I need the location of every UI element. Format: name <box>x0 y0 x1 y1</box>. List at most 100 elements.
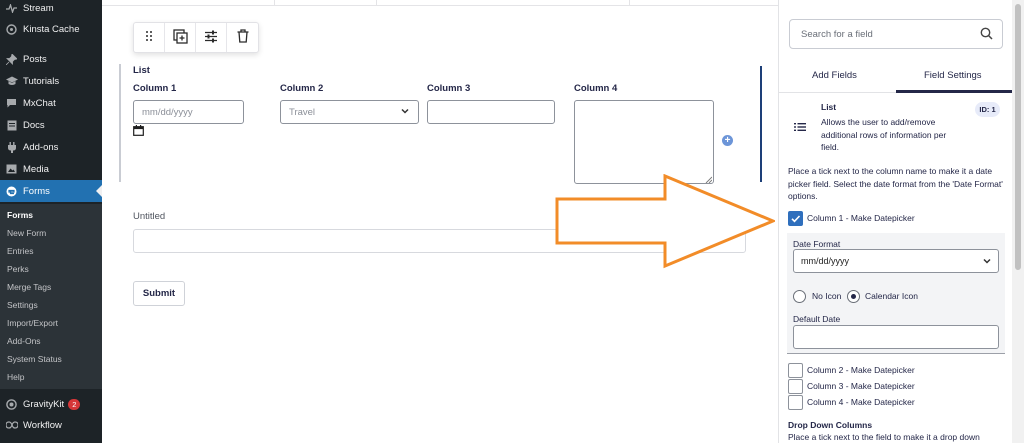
delete-field-button[interactable] <box>227 23 258 52</box>
sidebar-item-mxchat[interactable]: MxChat <box>0 92 102 114</box>
submenu-settings[interactable]: Settings <box>7 300 38 310</box>
column-1-date-input[interactable]: mm/dd/yyyy <box>133 100 244 124</box>
column-2-select[interactable]: Travel <box>280 100 419 124</box>
submenu-entries[interactable]: Entries <box>7 246 33 256</box>
default-date-label: Default Date <box>793 314 841 324</box>
field-action-toolbar <box>133 22 259 53</box>
search-icon <box>980 27 993 43</box>
field-settings-panel: Search for a field Add Fields Field Sett… <box>778 0 1012 443</box>
chevron-down-icon <box>982 256 992 268</box>
untitled-field-input[interactable] <box>133 229 746 253</box>
field-settings-button[interactable] <box>196 23 227 52</box>
scrollbar-thumb[interactable] <box>1015 4 1021 270</box>
dropdown-columns-heading: Drop Down Columns <box>788 420 873 430</box>
checkmark-icon <box>791 215 801 223</box>
calendar-icon[interactable] <box>133 125 144 139</box>
active-tab-indicator <box>896 90 1012 93</box>
pin-icon <box>5 53 18 66</box>
column-2-label: Column 2 <box>280 83 324 94</box>
add-row-icon[interactable]: + <box>722 135 733 146</box>
docs-icon <box>5 119 18 132</box>
column-2-datepicker-label: Column 2 - Make Datepicker <box>807 365 915 375</box>
calendar-icon-label: Calendar Icon <box>865 291 918 301</box>
untitled-field-label: Untitled <box>133 211 166 222</box>
sidebar-item-tutorials[interactable]: Tutorials <box>0 70 102 92</box>
graduation-cap-icon <box>5 75 18 88</box>
submenu-perks[interactable]: Perks <box>7 264 29 274</box>
submit-button[interactable]: Submit <box>133 281 185 306</box>
drag-handle-button[interactable] <box>134 23 165 52</box>
duplicate-field-button[interactable] <box>165 23 196 52</box>
column-4-datepicker-checkbox[interactable] <box>788 395 803 410</box>
resize-grip-icon[interactable] <box>705 175 713 184</box>
sidebar-item-docs[interactable]: Docs <box>0 114 102 136</box>
sidebar-item-forms[interactable]: Forms <box>0 180 102 202</box>
column-3-input[interactable] <box>427 100 555 124</box>
panel-scrollbar[interactable] <box>1012 0 1024 443</box>
search-placeholder: Search for a field <box>801 28 873 40</box>
chat-icon <box>5 97 18 110</box>
sidebar-item-kinsta-cache[interactable]: Kinsta Cache <box>0 18 102 40</box>
kinsta-icon <box>5 23 18 36</box>
sidebar-item-label: Tutorials <box>23 75 60 87</box>
field-search-input[interactable]: Search for a field <box>789 19 1003 49</box>
date-format-options: Date Format mm/dd/yyyy No Icon Calendar … <box>787 233 1005 354</box>
column-3-label: Column 3 <box>427 83 471 94</box>
calendar-icon-radio[interactable] <box>847 290 860 303</box>
chevron-down-icon <box>400 106 410 119</box>
sidebar-item-label: Forms <box>23 185 50 197</box>
submenu-system-status[interactable]: System Status <box>7 354 62 364</box>
submenu-help[interactable]: Help <box>7 372 24 382</box>
submenu-new-form[interactable]: New Form <box>7 228 46 238</box>
sidebar-item-label: Kinsta Cache <box>23 23 80 35</box>
field-type-name: List <box>821 102 837 112</box>
sidebar-item-workflow[interactable]: Workflow <box>0 414 102 436</box>
field-id-badge: ID: 1 <box>975 102 1000 117</box>
no-icon-radio[interactable] <box>793 290 806 303</box>
sidebar-item-posts[interactable]: Posts <box>0 48 102 70</box>
date-format-value: mm/dd/yyyy <box>801 256 850 266</box>
admin-sidebar: Stream Kinsta Cache Posts Tutorials MxCh… <box>0 0 102 443</box>
field-type-description: Allows the user to add/remove additional… <box>821 117 947 152</box>
sidebar-item-stream[interactable]: Stream <box>0 0 102 19</box>
sidebar-item-label: Media <box>23 163 49 175</box>
sidebar-item-label: Docs <box>23 119 45 131</box>
column-4-textarea[interactable] <box>574 100 714 184</box>
plugin-icon <box>5 141 18 154</box>
column-4-datepicker-label: Column 4 - Make Datepicker <box>807 397 915 407</box>
submenu-add-ons[interactable]: Add-Ons <box>7 336 41 346</box>
datepicker-help-text: Place a tick next to the column name to … <box>788 166 1003 201</box>
dropdown-columns-help: Place a tick next to the field to make i… <box>788 432 980 442</box>
list-field[interactable]: List Column 1 Column 2 Column 3 Column 4… <box>119 64 762 184</box>
workflow-icon <box>5 419 18 432</box>
gravitykit-icon <box>5 398 18 411</box>
top-toolbar-edge <box>102 0 778 6</box>
column-4-label: Column 4 <box>574 83 618 94</box>
sidebar-item-label: Workflow <box>23 419 62 431</box>
form-editor-canvas: List Column 1 Column 2 Column 3 Column 4… <box>102 0 778 443</box>
select-value: Travel <box>289 106 316 118</box>
default-date-input[interactable] <box>793 325 999 349</box>
sidebar-item-add-ons[interactable]: Add-ons <box>0 136 102 158</box>
settings-sliders-icon <box>204 30 218 46</box>
sidebar-item-label: MxChat <box>23 97 56 109</box>
date-format-select[interactable]: mm/dd/yyyy <box>793 249 999 273</box>
tab-add-fields[interactable]: Add Fields <box>812 70 857 81</box>
media-icon <box>5 163 18 176</box>
column-1-datepicker-label: Column 1 - Make Datepicker <box>807 213 915 223</box>
notification-badge: 2 <box>68 398 81 410</box>
tab-field-settings[interactable]: Field Settings <box>924 70 982 81</box>
submenu-merge-tags[interactable]: Merge Tags <box>7 282 51 292</box>
submenu-import-export[interactable]: Import/Export <box>7 318 58 328</box>
sidebar-item-gravitykit[interactable]: GravityKit 2 <box>0 393 102 415</box>
sidebar-item-media[interactable]: Media <box>0 158 102 180</box>
column-1-datepicker-checkbox[interactable] <box>788 211 803 226</box>
sidebar-item-label: GravityKit <box>23 398 65 410</box>
column-2-datepicker-checkbox[interactable] <box>788 363 803 378</box>
trash-icon <box>237 29 249 46</box>
drag-handle-icon <box>145 30 153 45</box>
list-field-icon <box>794 121 806 135</box>
column-3-datepicker-checkbox[interactable] <box>788 379 803 394</box>
submenu-forms[interactable]: Forms <box>7 210 33 220</box>
list-field-label: List <box>133 65 150 76</box>
